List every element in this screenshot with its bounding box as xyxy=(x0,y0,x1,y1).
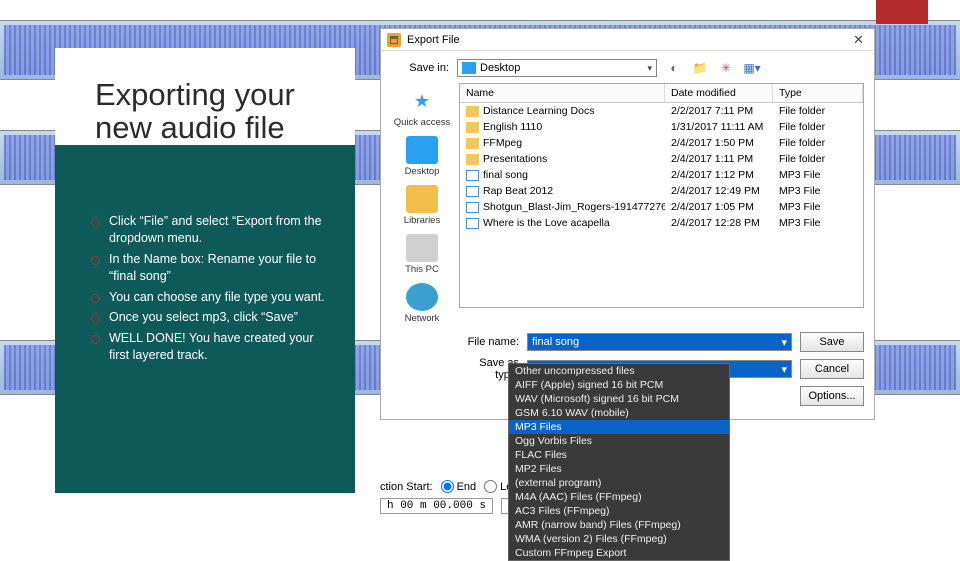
file-list[interactable]: Name Date modified Type Distance Learnin… xyxy=(459,83,864,308)
table-row[interactable]: Presentations2/4/2017 1:11 PMFile folder xyxy=(460,151,863,167)
end-radio[interactable]: End xyxy=(441,480,477,493)
chevron-down-icon: ▾ xyxy=(647,63,652,74)
options-button[interactable]: Options... xyxy=(800,386,864,406)
list-item: Click “File” and select “Export from the… xyxy=(91,213,325,247)
dialog-title: Export File xyxy=(407,34,460,46)
back-icon[interactable]: ◐ xyxy=(665,59,683,77)
table-row[interactable]: FFMpeg2/4/2017 1:50 PMFile folder xyxy=(460,135,863,151)
save-in-value: Desktop xyxy=(480,62,520,74)
save-in-label: Save in: xyxy=(391,62,449,74)
timecode-1[interactable]: h 00 m 00.000 s xyxy=(380,498,493,514)
up-icon[interactable]: 📁 xyxy=(691,59,709,77)
selection-start-label: ction Start: xyxy=(380,481,433,493)
place-quick-access[interactable]: Quick access xyxy=(394,87,451,128)
new-folder-icon[interactable]: ✳ xyxy=(717,59,735,77)
format-option[interactable]: AMR (narrow band) Files (FFmpeg) xyxy=(509,518,729,532)
table-row[interactable]: English 11101/31/2017 11:11 AMFile folde… xyxy=(460,119,863,135)
filename-input[interactable]: final song▾ xyxy=(527,333,792,351)
place-desktop[interactable]: Desktop xyxy=(405,136,440,177)
format-option[interactable]: Ogg Vorbis Files xyxy=(509,434,729,448)
format-option[interactable]: Other uncompressed files xyxy=(509,364,729,378)
table-row[interactable]: Where is the Love acapella2/4/2017 12:28… xyxy=(460,215,863,231)
format-option[interactable]: MP2 Files xyxy=(509,462,729,476)
format-option[interactable]: (external program) xyxy=(509,476,729,490)
list-item: Once you select mp3, click “Save” xyxy=(91,309,325,326)
place-this-pc[interactable]: This PC xyxy=(405,234,439,275)
format-option[interactable]: WMA (version 2) Files (FFmpeg) xyxy=(509,532,729,546)
table-row[interactable]: Rap Beat 20122/4/2017 12:49 PMMP3 File xyxy=(460,183,863,199)
table-row[interactable]: Distance Learning Docs2/2/2017 7:11 PMFi… xyxy=(460,103,863,119)
format-option[interactable]: AIFF (Apple) signed 16 bit PCM xyxy=(509,378,729,392)
list-item: WELL DONE! You have created your first l… xyxy=(91,330,325,364)
col-date: Date modified xyxy=(665,84,773,102)
heading-wrap: Exporting your new audio file xyxy=(55,48,355,145)
filename-label: File name: xyxy=(461,336,519,348)
instruction-list: Click “File” and select “Export from the… xyxy=(91,213,325,364)
file-list-header[interactable]: Name Date modified Type xyxy=(460,84,863,103)
format-option[interactable]: AC3 Files (FFmpeg) xyxy=(509,504,729,518)
format-option[interactable]: FLAC Files xyxy=(509,448,729,462)
save-in-combo[interactable]: Desktop ▾ xyxy=(457,59,657,77)
format-option[interactable]: GSM 6.10 WAV (mobile) xyxy=(509,406,729,420)
place-network[interactable]: Network xyxy=(405,283,440,324)
close-icon[interactable]: ✕ xyxy=(849,32,868,48)
cancel-button[interactable]: Cancel xyxy=(800,359,864,379)
col-type: Type xyxy=(773,84,863,102)
folder-icon xyxy=(462,62,476,74)
format-option[interactable]: WAV (Microsoft) signed 16 bit PCM xyxy=(509,392,729,406)
place-libraries[interactable]: Libraries xyxy=(404,185,440,226)
slide-accent xyxy=(876,0,928,24)
format-option[interactable]: Custom FFmpeg Export xyxy=(509,546,729,560)
save-button[interactable]: Save xyxy=(800,332,864,352)
table-row[interactable]: final song2/4/2017 1:12 PMMP3 File xyxy=(460,167,863,183)
list-item: You can choose any file type you want. xyxy=(91,289,325,306)
page-title: Exporting your new audio file xyxy=(95,78,335,145)
dialog-titlebar[interactable]: Export File ✕ xyxy=(381,29,874,51)
export-dialog: Export File ✕ Save in: Desktop ▾ ◐ 📁 ✳ ▦… xyxy=(380,28,875,420)
views-icon[interactable]: ▦▾ xyxy=(743,59,761,77)
col-name: Name xyxy=(460,84,665,102)
format-option[interactable]: MP3 Files xyxy=(509,420,729,434)
list-item: In the Name box: Rename your file to “fi… xyxy=(91,251,325,285)
format-option[interactable]: M4A (AAC) Files (FFmpeg) xyxy=(509,490,729,504)
places-bar: Quick access Desktop Libraries This PC N… xyxy=(391,83,453,324)
format-dropdown[interactable]: Other uncompressed filesAIFF (Apple) sig… xyxy=(508,363,730,561)
app-icon xyxy=(387,33,401,47)
timeline-controls: ction Start: End Le xyxy=(380,480,512,493)
table-row[interactable]: Shotgun_Blast-Jim_Rogers-19147727632/4/2… xyxy=(460,199,863,215)
